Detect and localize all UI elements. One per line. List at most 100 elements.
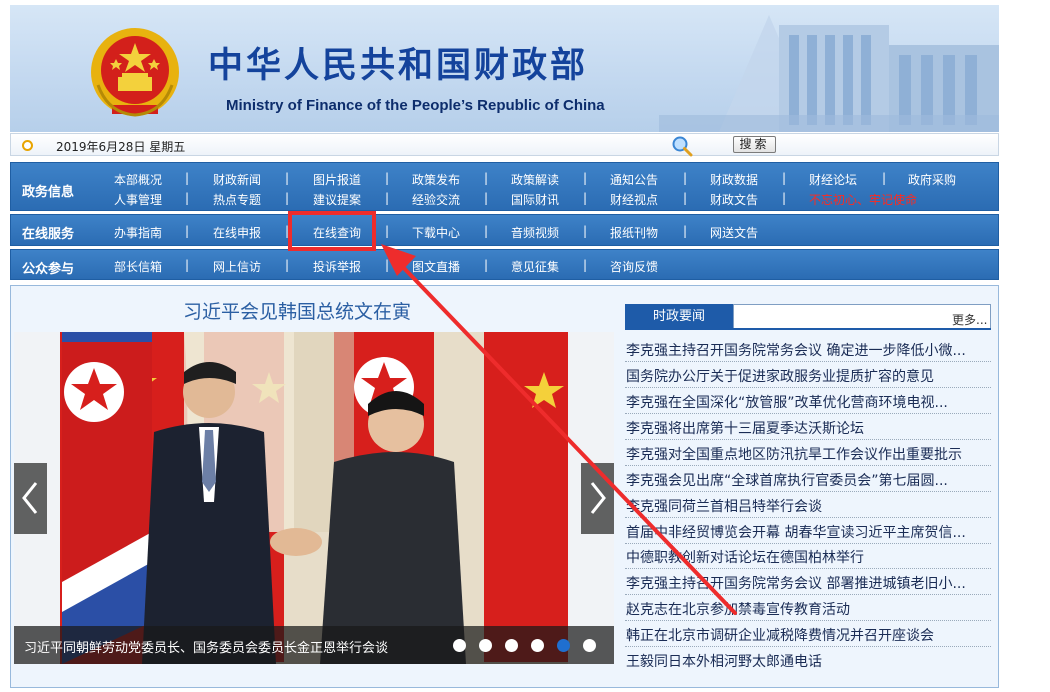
nav-separator: |: [782, 191, 787, 205]
nav-separator: |: [782, 171, 787, 185]
nav-link[interactable]: 办事指南: [114, 224, 162, 241]
nav-separator: |: [583, 191, 588, 205]
nav-link[interactable]: 国际财讯: [511, 191, 559, 208]
news-item[interactable]: 中德职教创新对话论坛在德国柏林举行: [626, 547, 864, 567]
photo-caption[interactable]: 习近平同朝鲜劳动党委员长、国务委员会委员长金正恩举行会谈: [24, 637, 388, 656]
slide-indicator-dot-active[interactable]: [557, 639, 570, 652]
news-item[interactable]: 李克强将出席第十三届夏季达沃斯论坛: [626, 418, 864, 438]
nav-separator: |: [385, 224, 390, 238]
divider: [625, 465, 991, 466]
search-button[interactable]: 搜索: [733, 136, 776, 153]
divider: [625, 387, 991, 388]
site-subtitle: Ministry of Finance of the People’s Repu…: [226, 97, 605, 114]
nav-separator: |: [285, 191, 290, 205]
nav-separator: |: [385, 171, 390, 185]
nav-link-campaign[interactable]: 不忘初心、牢记使命: [809, 191, 917, 208]
nav-separator: |: [683, 191, 688, 205]
chevron-right-icon: [590, 482, 606, 514]
slide-next-button[interactable]: [581, 463, 614, 534]
date-search-bar: 2019年6月28日 星期五 搜索: [10, 133, 999, 157]
nav-link[interactable]: 人事管理: [114, 191, 162, 208]
nav-separator: |: [185, 171, 190, 185]
nav-separator: |: [385, 258, 390, 272]
nav-row-online-services: 在线服务 办事指南 | 在线申报 | 在线查询 | 下载中心 | 音频视频 | …: [10, 214, 999, 246]
nav-separator: |: [185, 191, 190, 205]
nav-link[interactable]: 政府采购: [908, 171, 956, 188]
news-item[interactable]: 李克强同荷兰首相吕特举行会谈: [626, 496, 822, 516]
nav-link[interactable]: 财政数据: [710, 171, 758, 188]
nav-link[interactable]: 投诉举报: [313, 258, 361, 275]
nav-link[interactable]: 在线申报: [213, 224, 261, 241]
nav-separator: |: [185, 224, 190, 238]
news-item[interactable]: 李克强对全国重点地区防汛抗旱工作会议作出重要批示: [626, 444, 962, 464]
news-item[interactable]: 赵克志在北京参加禁毒宣传教育活动: [626, 599, 850, 619]
divider: [625, 439, 991, 440]
nav-link[interactable]: 咨询反馈: [610, 258, 658, 275]
search-icon[interactable]: [671, 135, 693, 157]
news-item[interactable]: 首届中非经贸博览会开幕 胡春华宣读习近平主席贺信...: [626, 522, 966, 542]
divider: [625, 568, 991, 569]
slide-indicator-dot[interactable]: [505, 639, 518, 652]
nav-link[interactable]: 意见征集: [511, 258, 559, 275]
chevron-left-icon: [22, 482, 38, 514]
slide-indicator-dot[interactable]: [531, 639, 544, 652]
divider: [625, 646, 991, 647]
nav-separator: |: [583, 224, 588, 238]
nav-link[interactable]: 报纸刊物: [610, 224, 658, 241]
nav-link[interactable]: 经验交流: [412, 191, 460, 208]
featured-photo[interactable]: [14, 332, 614, 664]
nav-link[interactable]: 通知公告: [610, 171, 658, 188]
news-more-link[interactable]: 更多...: [952, 311, 987, 328]
slide-indicator-dot[interactable]: [453, 639, 466, 652]
news-item[interactable]: 李克强会见出席“全球首席执行官委员会”第七届圆...: [626, 470, 948, 490]
news-item[interactable]: 王毅同日本外相河野太郎通电话: [626, 651, 822, 671]
current-date: 2019年6月28日 星期五: [56, 140, 186, 154]
slide-indicator-dot[interactable]: [583, 639, 596, 652]
slide-prev-button[interactable]: [14, 463, 47, 534]
date-bullet-icon: [22, 140, 33, 151]
national-emblem-icon: [91, 28, 179, 117]
featured-headline[interactable]: 习近平会见韩国总统文在寅: [183, 297, 411, 324]
nav-separator: |: [484, 191, 489, 205]
nav-link[interactable]: 部长信箱: [114, 258, 162, 275]
nav-link[interactable]: 财经视点: [610, 191, 658, 208]
nav-link[interactable]: 图片报道: [313, 171, 361, 188]
nav-link[interactable]: 建议提案: [313, 191, 361, 208]
slide-indicator-dot[interactable]: [479, 639, 492, 652]
nav-separator: |: [185, 258, 190, 272]
nav-separator: |: [285, 258, 290, 272]
news-item[interactable]: 李克强在全国深化“放管服”改革优化营商环境电视...: [626, 392, 948, 412]
divider: [625, 491, 991, 492]
nav-link[interactable]: 财经论坛: [809, 171, 857, 188]
nav-link[interactable]: 政策发布: [412, 171, 460, 188]
nav-link[interactable]: 网上信访: [213, 258, 261, 275]
news-item[interactable]: 李克强主持召开国务院常务会议 部署推进城镇老旧小...: [626, 573, 966, 593]
nav-separator: |: [385, 191, 390, 205]
nav-separator: |: [583, 171, 588, 185]
nav-heading-government-info: 政务信息: [22, 185, 75, 200]
site-title: 中华人民共和国财政部: [208, 45, 589, 86]
nav-heading-public-participation: 公众参与: [22, 262, 75, 277]
nav-link[interactable]: 下载中心: [412, 224, 460, 241]
divider: [625, 543, 991, 544]
nav-link[interactable]: 音频视频: [511, 224, 559, 241]
nav-link[interactable]: 本部概况: [114, 171, 162, 188]
news-item[interactable]: 韩正在北京市调研企业减税降费情况并召开座谈会: [626, 625, 934, 645]
page: 中华人民共和国财政部 Ministry of Finance of the Pe…: [0, 0, 1050, 692]
nav-link[interactable]: 财政文告: [710, 191, 758, 208]
nav-heading-online-services: 在线服务: [22, 227, 75, 242]
nav-link[interactable]: 政策解读: [511, 171, 559, 188]
news-item[interactable]: 李克强主持召开国务院常务会议 确定进一步降低小微...: [626, 340, 966, 360]
nav-separator: |: [285, 171, 290, 185]
nav-link[interactable]: 热点专题: [213, 191, 261, 208]
news-item[interactable]: 国务院办公厅关于促进家政服务业提质扩容的意见: [626, 366, 934, 386]
nav-row-public-participation: 公众参与 部长信箱 | 网上信访 | 投诉举报 | 图文直播 | 意见征集 | …: [10, 249, 999, 280]
nav-link[interactable]: 网送文告: [710, 224, 758, 241]
nav-separator: |: [683, 171, 688, 185]
nav-link[interactable]: 财政新闻: [213, 171, 261, 188]
nav-separator: |: [484, 224, 489, 238]
site-banner: 中华人民共和国财政部 Ministry of Finance of the Pe…: [10, 5, 999, 132]
divider: [625, 594, 991, 595]
nav-link[interactable]: 图文直播: [412, 258, 460, 275]
tab-current-affairs[interactable]: 时政要闻: [625, 304, 733, 330]
